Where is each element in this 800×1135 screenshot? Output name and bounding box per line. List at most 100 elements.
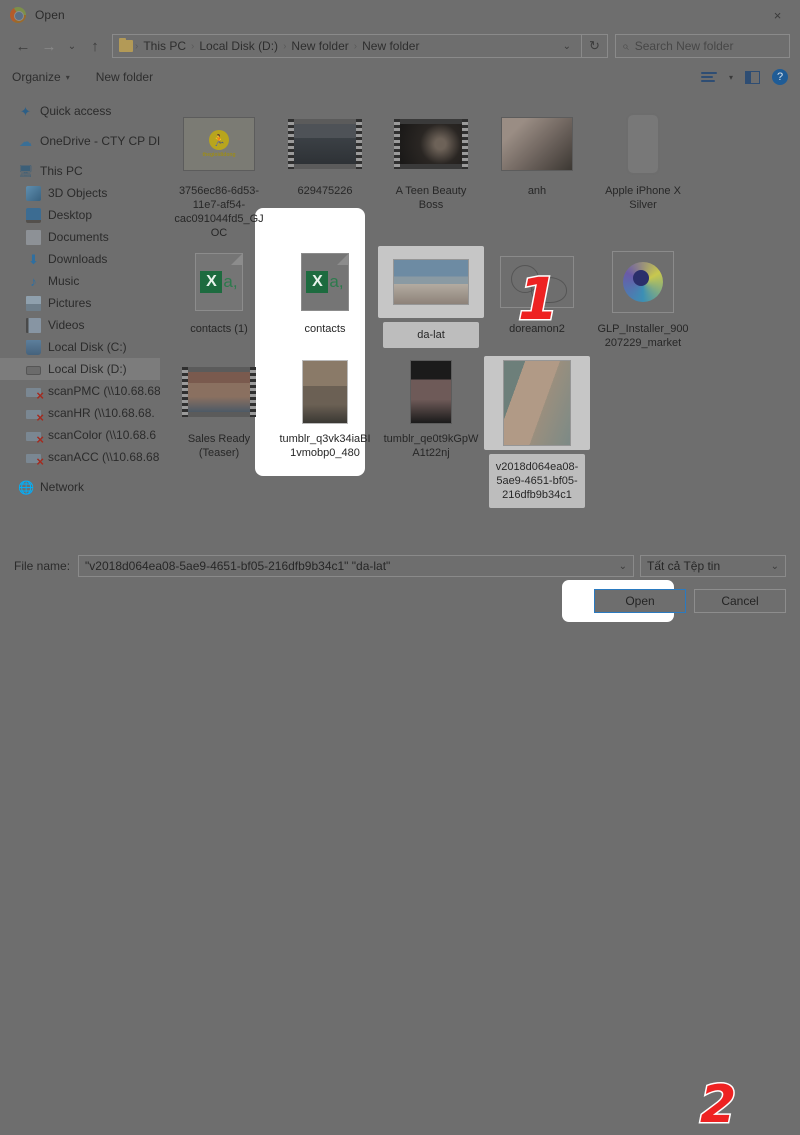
sidebar-item-local-disk-d[interactable]: Local Disk (D:)	[0, 358, 160, 380]
sidebar-item-label: Videos	[48, 318, 85, 332]
sidebar-item-scancolor[interactable]: scanColor (\\10.68.6	[0, 424, 160, 446]
sidebar-item-label: 3D Objects	[48, 186, 108, 200]
network-icon: 🌐	[18, 479, 35, 495]
file-item[interactable]: X a, contacts	[272, 240, 378, 350]
disk-icon	[26, 366, 41, 375]
file-name-label: 3756ec86-6d53-11e7-af54-cac091044fd5_GJO…	[174, 185, 264, 239]
sidebar-item-onedrive[interactable]: ☁ OneDrive - CTY CP DI	[0, 130, 160, 152]
sidebar-item-scanacc[interactable]: scanACC (\\10.68.68	[0, 446, 160, 468]
photo-thumbnail	[504, 361, 570, 445]
annotation-marker-1: 1	[516, 265, 559, 333]
sidebar-item-pictures[interactable]: Pictures	[0, 292, 160, 314]
view-mode-icon[interactable]	[700, 71, 717, 83]
toolbar-right-group: ▾ ?	[700, 69, 788, 85]
file-thumbnail	[378, 356, 484, 428]
chevron-down-icon[interactable]: ⌄	[557, 41, 577, 52]
desktop-icon	[26, 207, 41, 223]
cloud-icon: ☁	[19, 133, 32, 149]
chevron-down-icon: ▾	[65, 72, 70, 82]
search-box[interactable]: ⌕ Search New folder	[615, 34, 790, 58]
open-button[interactable]: Open	[594, 589, 686, 613]
sidebar-item-label: OneDrive - CTY CP DI	[40, 134, 160, 148]
file-item[interactable]: GLP_Installer_900207229_market	[590, 240, 696, 350]
address-bar[interactable]: › This PC › Local Disk (D:) › New folder…	[112, 34, 582, 58]
sidebar-item-scanpmc[interactable]: scanPMC (\\10.68.68	[0, 380, 160, 402]
organize-button[interactable]: Organize ▾	[12, 70, 70, 84]
sidebar-item-scanhr[interactable]: scanHR (\\10.68.68.	[0, 402, 160, 424]
sidebar-item-3d-objects[interactable]: 3D Objects	[0, 182, 160, 204]
sidebar-item-documents[interactable]: Documents	[0, 226, 160, 248]
chevron-down-icon[interactable]: ⌄	[611, 561, 627, 572]
file-item[interactable]: anh	[484, 102, 590, 240]
file-type-filter-select[interactable]: Tất cả Tệp tin ⌄	[640, 555, 786, 577]
sidebar-item-label: Downloads	[48, 252, 108, 266]
file-thumbnail	[166, 356, 272, 428]
file-thumbnail	[484, 108, 590, 180]
breadcrumb-item-1[interactable]: Local Disk (D:)	[194, 39, 283, 53]
file-name-label: tumblr_qe0t9kGpWA1t22nj	[383, 433, 479, 459]
chevron-down-icon[interactable]: ▾	[729, 73, 733, 82]
dialog-buttons: Open Cancel	[14, 580, 786, 622]
network-drive-disconnected-icon	[26, 432, 44, 446]
sidebar-item-downloads[interactable]: ⬇ Downloads	[0, 248, 160, 270]
cancel-button[interactable]: Cancel	[694, 589, 786, 613]
file-name-row: File name: "v2018d064ea08-5ae9-4651-bf05…	[14, 551, 786, 581]
window-title: Open	[35, 8, 65, 22]
sidebar-item-quick-access[interactable]: ✦ Quick access	[0, 100, 160, 122]
sidebar-item-label: scanACC (\\10.68.68	[48, 450, 160, 464]
file-name-label: tumblr_q3vk34iaBI1vmobp0_480	[279, 433, 371, 459]
file-item[interactable]: Apple iPhone X Silver	[590, 102, 696, 240]
file-item[interactable]: Sales Ready (Teaser)	[166, 350, 272, 508]
computer-icon: 🖥	[18, 163, 34, 178]
sidebar-item-label: Quick access	[40, 104, 112, 118]
sidebar-item-desktop[interactable]: Desktop	[0, 204, 160, 226]
file-thumbnail	[378, 246, 484, 318]
back-button[interactable]: ←	[10, 33, 36, 59]
sidebar-item-local-disk-c[interactable]: Local Disk (C:)	[0, 336, 160, 358]
sidebar-item-music[interactable]: ♪ Music	[0, 270, 160, 292]
photo-thumbnail	[502, 118, 572, 170]
file-item-selected-da-lat[interactable]: da-lat	[378, 240, 484, 350]
file-item[interactable]: tumblr_qe0t9kGpWA1t22nj	[378, 350, 484, 508]
file-list-pane[interactable]: 🏃 thegioididong 3756ec86-6d53-11e7-af54-…	[160, 92, 800, 545]
file-item[interactable]: 🏃 thegioididong 3756ec86-6d53-11e7-af54-…	[166, 102, 272, 240]
file-item[interactable]: A Teen Beauty Boss	[378, 102, 484, 240]
file-name-label: A Teen Beauty Boss	[395, 185, 467, 211]
search-input[interactable]: Search New folder	[635, 39, 734, 53]
music-icon: ♪	[30, 273, 37, 289]
video-thumbnail	[182, 367, 256, 417]
new-folder-button[interactable]: New folder	[96, 70, 153, 84]
file-name-label: v2018d064ea08-5ae9-4651-bf05-216dfb9b34c…	[489, 454, 585, 508]
sidebar-item-network[interactable]: 🌐 Network	[0, 476, 160, 498]
file-item[interactable]: X a, contacts (1)	[166, 240, 272, 350]
installer-icon	[612, 251, 674, 313]
file-name-value: "v2018d064ea08-5ae9-4651-bf05-216dfb9b34…	[85, 559, 391, 573]
chevron-down-icon[interactable]: ⌄	[763, 561, 779, 572]
forward-button[interactable]: →	[36, 33, 62, 59]
file-item[interactable]: 629475226	[272, 102, 378, 240]
up-button[interactable]: ↑	[82, 33, 108, 59]
sidebar-item-this-pc[interactable]: 🖥 This PC	[0, 160, 160, 182]
sidebar-item-videos[interactable]: Videos	[0, 314, 160, 336]
file-name-label: 629475226	[297, 185, 353, 197]
breadcrumb-item-0[interactable]: This PC	[138, 39, 191, 53]
excel-a-glyph: a,	[329, 272, 344, 291]
excel-x-glyph: X	[200, 271, 223, 293]
file-name-input[interactable]: "v2018d064ea08-5ae9-4651-bf05-216dfb9b34…	[78, 555, 634, 577]
breadcrumb: This PC › Local Disk (D:) › New folder ›…	[138, 39, 424, 53]
breadcrumb-item-2[interactable]: New folder	[286, 39, 353, 53]
recent-locations-button[interactable]: ⌄	[62, 33, 82, 59]
file-item-selected-v2018[interactable]: v2018d064ea08-5ae9-4651-bf05-216dfb9b34c…	[484, 350, 590, 508]
preview-pane-icon[interactable]	[745, 70, 760, 84]
close-icon[interactable]: ×	[755, 0, 800, 30]
star-icon: ✦	[20, 103, 31, 119]
refresh-icon[interactable]: ↻	[582, 34, 608, 58]
file-item[interactable]: tumblr_q3vk34iaBI1vmobp0_480	[272, 350, 378, 508]
breadcrumb-item-3[interactable]: New folder	[357, 39, 424, 53]
logo-text: thegioididong	[202, 152, 236, 158]
help-icon[interactable]: ?	[772, 69, 788, 85]
sidebar-item-label: Desktop	[48, 208, 93, 222]
photo-thumbnail	[303, 361, 347, 423]
file-thumbnail: 🏃 thegioididong	[166, 108, 272, 180]
file-name-label: contacts	[304, 323, 346, 335]
